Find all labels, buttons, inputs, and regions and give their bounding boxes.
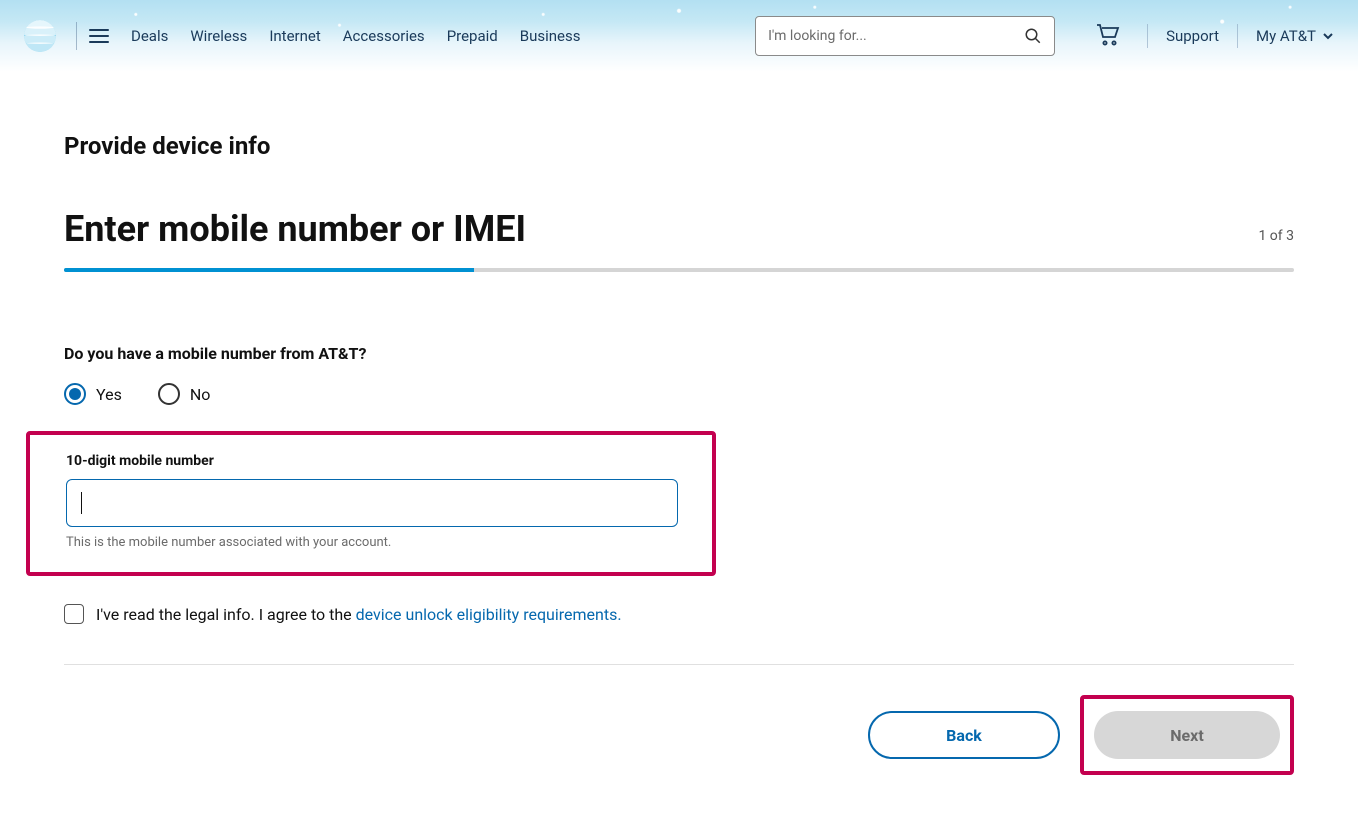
my-account-menu[interactable]: My AT&T	[1256, 27, 1334, 45]
search-box[interactable]	[755, 16, 1055, 56]
mobile-number-helper: This is the mobile number associated wit…	[66, 535, 676, 550]
global-header: Deals Wireless Internet Accessories Prep…	[0, 0, 1358, 72]
mobile-number-input[interactable]	[66, 479, 678, 527]
mobile-number-label: 10-digit mobile number	[66, 453, 676, 469]
nav-business[interactable]: Business	[520, 27, 581, 45]
radio-group: Yes No	[64, 383, 1294, 405]
radio-yes[interactable]: Yes	[64, 383, 122, 405]
nav-prepaid[interactable]: Prepaid	[447, 27, 498, 45]
agree-checkbox[interactable]	[64, 604, 84, 624]
highlight-mobile-number: 10-digit mobile number This is the mobil…	[26, 431, 716, 576]
search-icon[interactable]	[1024, 27, 1042, 45]
my-account-label: My AT&T	[1256, 27, 1316, 45]
back-button[interactable]: Back	[868, 711, 1060, 759]
menu-icon[interactable]	[89, 26, 109, 46]
radio-no-label: No	[190, 385, 211, 404]
nav-accessories[interactable]: Accessories	[343, 27, 425, 45]
main-content: Provide device info Enter mobile number …	[0, 72, 1358, 815]
chevron-down-icon	[1322, 30, 1334, 42]
eligibility-link[interactable]: device unlock eligibility requirements.	[356, 605, 622, 624]
nav-wireless[interactable]: Wireless	[190, 27, 247, 45]
divider	[64, 664, 1294, 665]
divider	[1147, 24, 1148, 48]
nav-deals[interactable]: Deals	[131, 27, 168, 45]
agree-text: I've read the legal info. I agree to the…	[96, 605, 622, 624]
radio-no[interactable]: No	[158, 383, 211, 405]
divider	[1237, 24, 1238, 48]
radio-yes-label: Yes	[96, 385, 122, 404]
next-button[interactable]: Next	[1094, 711, 1280, 759]
cart-icon[interactable]	[1095, 22, 1121, 50]
step-title-row: Enter mobile number or IMEI 1 of 3	[64, 208, 1294, 250]
page-title: Provide device info	[64, 132, 1294, 160]
support-link[interactable]: Support	[1166, 27, 1219, 45]
step-counter: 1 of 3	[1258, 228, 1294, 250]
highlight-next: Next	[1080, 695, 1294, 775]
action-row: Back Next	[64, 695, 1294, 775]
progress-bar	[64, 268, 1294, 272]
divider	[76, 22, 77, 50]
agree-row: I've read the legal info. I agree to the…	[64, 604, 1294, 624]
search-input[interactable]	[768, 28, 1024, 44]
step-heading: Enter mobile number or IMEI	[64, 208, 526, 250]
primary-nav: Deals Wireless Internet Accessories Prep…	[131, 27, 580, 45]
question-label: Do you have a mobile number from AT&T?	[64, 344, 1294, 363]
nav-internet[interactable]: Internet	[269, 27, 320, 45]
att-logo[interactable]	[24, 20, 56, 52]
progress-fill	[64, 268, 474, 272]
